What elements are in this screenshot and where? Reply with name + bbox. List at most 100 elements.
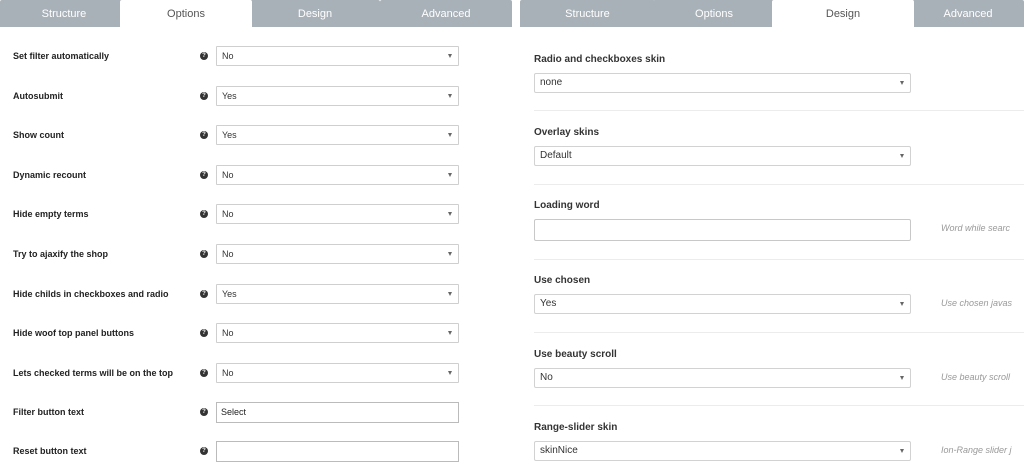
option-row-hide-top-panel-buttons: Hide woof top panel buttons ? No xyxy=(0,323,512,363)
option-label: Hide empty terms xyxy=(13,209,89,219)
tab-label: Structure xyxy=(565,8,610,20)
tab-label: Structure xyxy=(41,8,87,20)
chevron-down-icon xyxy=(448,54,452,58)
help-icon[interactable]: ? xyxy=(200,131,208,139)
chevron-down-icon xyxy=(900,154,904,158)
section-title: Range-slider skin xyxy=(534,422,618,433)
filter-button-text-input[interactable]: Select xyxy=(216,402,459,423)
help-icon[interactable]: ? xyxy=(200,369,208,377)
tab-advanced[interactable]: Advanced xyxy=(912,0,1024,27)
tab-advanced[interactable]: Advanced xyxy=(380,0,512,27)
select-value: Yes xyxy=(222,130,237,140)
section-title: Overlay skins xyxy=(534,127,600,138)
help-icon[interactable]: ? xyxy=(200,250,208,258)
field-hint: Word while searc xyxy=(941,223,1011,233)
dynamic-recount-select[interactable]: No xyxy=(216,165,459,185)
tab-label: Options xyxy=(695,8,733,20)
help-icon[interactable]: ? xyxy=(200,171,208,179)
option-row-filter-button-text: Filter button text ? Select xyxy=(0,402,512,442)
show-count-select[interactable]: Yes xyxy=(216,125,459,145)
help-icon[interactable]: ? xyxy=(200,92,208,100)
tab-label: Design xyxy=(297,8,333,20)
chevron-down-icon xyxy=(900,81,904,85)
ajaxify-shop-select[interactable]: No xyxy=(216,244,459,264)
select-value: No xyxy=(222,368,234,378)
radio-checkbox-skin-select[interactable]: none xyxy=(534,73,911,93)
tab-options[interactable]: Options xyxy=(653,0,775,27)
section-divider xyxy=(534,405,1024,406)
reset-button-text-input[interactable] xyxy=(216,441,459,462)
select-value: Yes xyxy=(222,91,237,101)
tab-design[interactable]: Design xyxy=(250,0,380,27)
option-row-ajaxify-shop: Try to ajaxify the shop ? No xyxy=(0,244,512,284)
section-divider xyxy=(534,332,1024,333)
design-section-use-beauty-scroll: Use beauty scroll No Use beauty scroll xyxy=(534,348,1024,422)
chevron-down-icon xyxy=(900,449,904,453)
option-row-hide-empty-terms: Hide empty terms ? No xyxy=(0,204,512,244)
help-icon[interactable]: ? xyxy=(200,290,208,298)
right-tab-bar: Structure Options Advanced Design xyxy=(520,0,1024,28)
tab-label: Advanced xyxy=(943,8,993,20)
option-label: Hide woof top panel buttons xyxy=(13,328,134,338)
chevron-down-icon xyxy=(448,212,452,216)
select-value: Yes xyxy=(222,289,237,299)
select-value: No xyxy=(222,170,234,180)
option-label: Try to ajaxify the shop xyxy=(13,249,109,259)
field-hint: Use chosen javas xyxy=(941,298,1013,308)
design-section-range-slider-skin: Range-slider skin skinNice Ion-Range sli… xyxy=(534,421,1024,466)
tab-options[interactable]: Options xyxy=(120,0,252,28)
select-value: none xyxy=(540,77,563,88)
help-icon[interactable]: ? xyxy=(200,52,208,60)
chevron-down-icon xyxy=(900,302,904,306)
option-label: Filter button text xyxy=(13,407,84,417)
select-value: No xyxy=(222,328,234,338)
field-hint: Ion-Range slider j xyxy=(941,445,1012,455)
option-row-hide-childs: Hide childs in checkboxes and radio ? Ye… xyxy=(0,284,512,324)
hide-empty-terms-select[interactable]: No xyxy=(216,204,459,224)
loading-word-input[interactable] xyxy=(534,219,911,241)
section-divider xyxy=(534,110,1024,111)
option-label: Show count xyxy=(13,130,64,140)
design-section-use-chosen: Use chosen Yes Use chosen javas xyxy=(534,274,1024,348)
help-icon[interactable]: ? xyxy=(200,447,208,455)
section-divider xyxy=(534,259,1024,260)
chevron-down-icon xyxy=(448,371,452,375)
help-icon[interactable]: ? xyxy=(200,408,208,416)
design-section-overlay-skins: Overlay skins Default xyxy=(534,126,1024,200)
option-row-checked-terms-top: Lets checked terms will be on the top ? … xyxy=(0,363,512,403)
help-icon[interactable]: ? xyxy=(200,210,208,218)
left-tab-bar: Structure Design Advanced Options xyxy=(0,0,512,28)
tab-structure[interactable]: Structure xyxy=(0,0,128,27)
autosubmit-select[interactable]: Yes xyxy=(216,86,459,106)
range-slider-skin-select[interactable]: skinNice xyxy=(534,441,911,461)
chevron-down-icon xyxy=(448,94,452,98)
set-filter-automatically-select[interactable]: No xyxy=(216,46,459,66)
select-value: Default xyxy=(540,150,572,161)
use-chosen-select[interactable]: Yes xyxy=(534,294,911,314)
section-title: Loading word xyxy=(534,200,600,211)
help-icon[interactable]: ? xyxy=(200,329,208,337)
use-beauty-scroll-select[interactable]: No xyxy=(534,368,911,388)
select-value: No xyxy=(222,249,234,259)
hide-top-panel-buttons-select[interactable]: No xyxy=(216,323,459,343)
chevron-down-icon xyxy=(448,252,452,256)
tab-label: Options xyxy=(167,8,205,20)
option-label: Autosubmit xyxy=(13,91,63,101)
option-label: Reset button text xyxy=(13,446,87,456)
checked-terms-top-select[interactable]: No xyxy=(216,363,459,383)
chevron-down-icon xyxy=(448,292,452,296)
tab-structure[interactable]: Structure xyxy=(520,0,655,27)
option-row-reset-button-text: Reset button text ? xyxy=(0,441,512,466)
design-section-radio-checkbox-skin: Radio and checkboxes skin none xyxy=(534,53,1024,127)
option-row-autosubmit: Autosubmit ? Yes xyxy=(0,86,512,126)
tab-design[interactable]: Design xyxy=(772,0,914,28)
option-label: Dynamic recount xyxy=(13,170,87,180)
overlay-skins-select[interactable]: Default xyxy=(534,146,911,166)
option-label: Set filter automatically xyxy=(13,51,110,61)
design-panel: Structure Options Advanced Design Radio … xyxy=(520,0,1024,466)
hide-childs-select[interactable]: Yes xyxy=(216,284,459,304)
chevron-down-icon xyxy=(448,133,452,137)
chevron-down-icon xyxy=(900,376,904,380)
option-label: Hide childs in checkboxes and radio xyxy=(13,289,169,299)
tab-label: Advanced xyxy=(421,8,471,20)
